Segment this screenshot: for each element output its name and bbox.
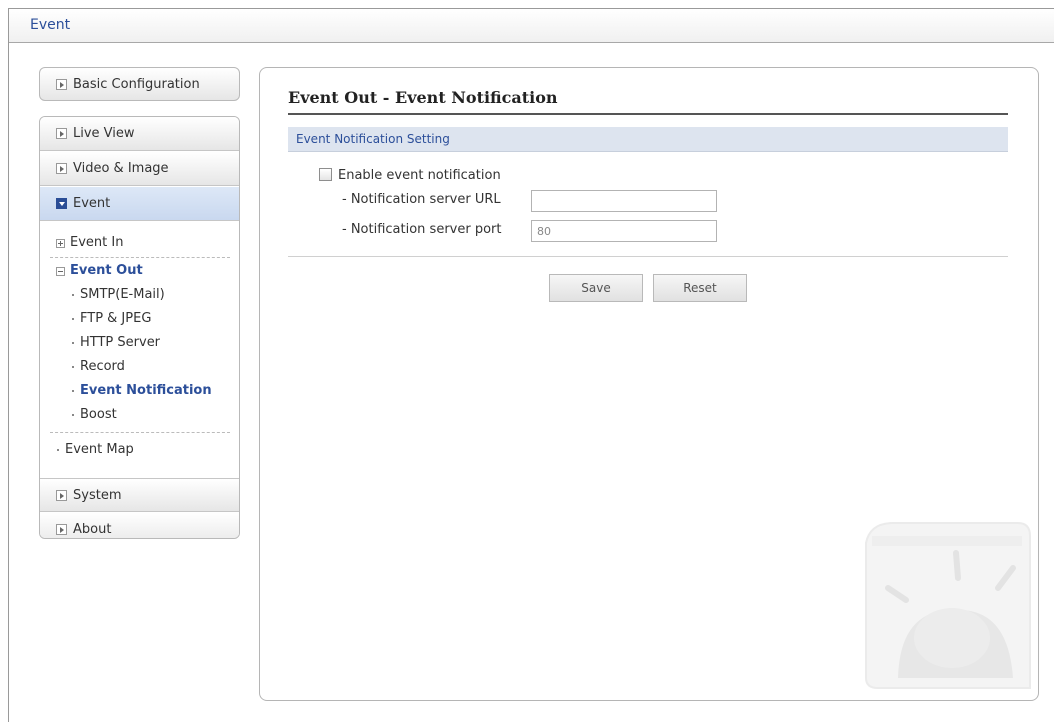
nav-basic-configuration[interactable]: Basic Configuration xyxy=(39,67,240,101)
submenu-item-record[interactable]: Record xyxy=(72,359,125,374)
submenu-event-map[interactable]: Event Map xyxy=(57,442,134,457)
submenu-item-ftp[interactable]: FTP & JPEG xyxy=(72,311,151,326)
bullet-icon xyxy=(72,342,74,344)
title-underline xyxy=(288,113,1008,115)
server-url-label: - Notification server URL xyxy=(342,192,501,207)
bullet-icon xyxy=(57,449,59,451)
enable-notification-checkbox[interactable] xyxy=(319,168,332,181)
server-url-input[interactable] xyxy=(531,190,717,212)
reset-button[interactable]: Reset xyxy=(653,274,747,302)
expand-arrow-icon xyxy=(56,163,67,174)
bullet-icon xyxy=(72,414,74,416)
top-bar: Event xyxy=(9,9,1054,43)
expand-plus-icon xyxy=(56,239,65,248)
server-port-input[interactable] xyxy=(531,220,717,242)
divider xyxy=(50,432,230,433)
nav-label: Live View xyxy=(73,126,135,141)
nav-video-image[interactable]: Video & Image xyxy=(40,152,239,186)
divider xyxy=(50,257,230,258)
bullet-icon xyxy=(72,294,74,296)
submenu-item-smtp[interactable]: SMTP(E-Mail) xyxy=(72,287,165,302)
nav-system[interactable]: System xyxy=(40,478,239,512)
sidebar-menu: Live View Video & Image Event Event In E… xyxy=(39,116,240,539)
nav-label: Video & Image xyxy=(73,161,169,176)
expand-arrow-icon xyxy=(56,128,67,139)
nav-label: System xyxy=(73,488,122,503)
content-panel: Event Out - Event Notification Event Not… xyxy=(259,67,1039,701)
submenu-label: Event Map xyxy=(65,442,134,457)
nav-live-view[interactable]: Live View xyxy=(40,117,239,151)
submenu-label: Event Notification xyxy=(80,383,212,398)
submenu-event-out[interactable]: Event Out xyxy=(70,263,143,278)
nav-about[interactable]: About xyxy=(40,513,239,538)
submenu-item-boost[interactable]: Boost xyxy=(72,407,117,422)
divider xyxy=(288,256,1008,257)
collapse-minus-icon xyxy=(56,267,65,276)
save-button[interactable]: Save xyxy=(549,274,643,302)
collapse-arrow-icon xyxy=(56,198,67,209)
nav-label: About xyxy=(73,522,112,537)
expand-arrow-icon xyxy=(56,524,67,535)
page-title: Event Out - Event Notification xyxy=(288,88,558,107)
section-title: Event Notification Setting xyxy=(296,132,450,146)
submenu-label: SMTP(E-Mail) xyxy=(80,287,165,302)
expand-arrow-icon xyxy=(56,79,67,90)
page-header-title: Event xyxy=(30,17,71,33)
app-frame: Event Basic Configuration Live View Vide… xyxy=(8,8,1054,722)
bullet-icon xyxy=(72,390,74,392)
submenu-label: Record xyxy=(80,359,125,374)
submenu-event-in[interactable]: Event In xyxy=(70,235,123,250)
submenu-label: Boost xyxy=(80,407,117,422)
server-port-label: - Notification server port xyxy=(342,222,502,237)
nav-event[interactable]: Event xyxy=(40,187,239,221)
submenu-item-event-notification[interactable]: Event Notification xyxy=(72,383,212,398)
enable-notification-label: Enable event notification xyxy=(338,168,501,183)
nav-label: Basic Configuration xyxy=(73,77,200,92)
alarm-light-watermark-icon xyxy=(865,522,1031,689)
nav-label: Event xyxy=(73,196,111,211)
submenu-label: HTTP Server xyxy=(80,335,161,350)
submenu-label: FTP & JPEG xyxy=(80,311,152,326)
event-submenu: Event In Event Out SMTP(E-Mail) FTP & JP… xyxy=(40,229,239,478)
bullet-icon xyxy=(72,318,74,320)
submenu-item-http[interactable]: HTTP Server xyxy=(72,335,160,350)
bullet-icon xyxy=(72,366,74,368)
section-header: Event Notification Setting xyxy=(288,127,1008,152)
expand-arrow-icon xyxy=(56,490,67,501)
